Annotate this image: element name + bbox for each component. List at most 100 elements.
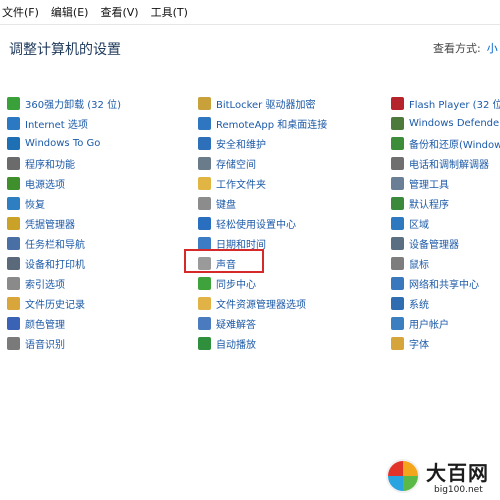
speech-recognition-icon	[7, 336, 20, 350]
control-panel-item-label: 程序和功能	[25, 159, 75, 171]
control-panel-item[interactable]: 网络和共享中心	[391, 273, 500, 293]
control-panel-header: 调整计算机的设置 查看方式: 小	[0, 25, 500, 75]
control-panel-item[interactable]: 文件资源管理器选项	[198, 293, 383, 313]
control-panel-item[interactable]: 设备和打印机	[7, 253, 187, 273]
phone-modem-icon	[391, 156, 404, 170]
internet-options-icon	[7, 116, 20, 130]
fonts-icon	[391, 336, 404, 350]
control-panel-item[interactable]: BitLocker 驱动器加密	[198, 93, 383, 113]
control-panel-item[interactable]: 安全和维护	[198, 133, 383, 153]
control-panel-item-label: 文件资源管理器选项	[216, 299, 306, 311]
control-panel-item[interactable]: 用户帐户	[391, 313, 500, 333]
control-panel-item-label: 电话和调制解调器	[409, 159, 489, 171]
control-panel-item[interactable]: 设备管理器	[391, 233, 500, 253]
color-management-icon	[7, 316, 20, 330]
page-title: 调整计算机的设置	[9, 42, 121, 58]
user-accounts-icon	[391, 316, 404, 330]
device-manager-icon	[391, 236, 404, 250]
control-panel-item-label: 备份和还原(Windows	[409, 139, 500, 151]
menu-edit[interactable]: 编辑(E)	[45, 4, 95, 20]
view-by-dropdown[interactable]: 小	[487, 42, 498, 55]
storage-spaces-icon	[198, 156, 211, 170]
uninstall-icon	[7, 96, 20, 110]
control-panel-item[interactable]: RemoteApp 和桌面连接	[198, 113, 383, 133]
control-panel-item-label: 360强力卸载 (32 位)	[25, 99, 121, 111]
control-panel-item[interactable]: 默认程序	[391, 193, 500, 213]
control-panel-item-label: 鼠标	[409, 259, 429, 271]
control-panel-item[interactable]: 自动播放	[198, 333, 383, 353]
control-panel-item[interactable]: 疑难解答	[198, 313, 383, 333]
menu-tools[interactable]: 工具(T)	[145, 4, 194, 20]
troubleshooting-icon	[198, 316, 211, 330]
watermark: 大百网 big100.net	[384, 455, 500, 500]
remoteapp-icon	[198, 116, 211, 130]
control-panel-item-label: 区域	[409, 219, 429, 231]
work-folders-icon	[198, 176, 211, 190]
control-panel-item-label: 用户帐户	[409, 319, 449, 331]
control-panel-item-label: 轻松使用设置中心	[216, 219, 296, 231]
autoplay-icon	[198, 336, 211, 350]
control-panel-item-label: 字体	[409, 339, 429, 351]
control-panel-item-label: 默认程序	[409, 199, 449, 211]
control-panel-item[interactable]: 恢复	[7, 193, 187, 213]
control-panel-item[interactable]: 字体	[391, 333, 500, 353]
control-panel-item-label: RemoteApp 和桌面连接	[216, 119, 328, 131]
windows-defender-icon	[391, 116, 404, 130]
control-panel-item-label: 网络和共享中心	[409, 279, 479, 291]
control-panel-item-label: 电源选项	[25, 179, 65, 191]
keyboard-icon	[198, 196, 211, 210]
control-panel-item-label: 管理工具	[409, 179, 449, 191]
control-panel-item-label: 存储空间	[216, 159, 256, 171]
control-panel-item-label: 同步中心	[216, 279, 256, 291]
control-panel-item-label: Flash Player (32 位)	[409, 99, 500, 111]
items-column-3: Flash Player (32 位) Windows Defender 备份和还原…	[391, 93, 500, 353]
control-panel-item[interactable]: 键盘	[198, 193, 383, 213]
control-panel-item[interactable]: 颜色管理	[7, 313, 187, 333]
control-panel-item-label: 疑难解答	[216, 319, 256, 331]
control-panel-item[interactable]: 区域	[391, 213, 500, 233]
control-panel-item[interactable]: 系统	[391, 293, 500, 313]
sound-highlight-box	[184, 249, 264, 273]
control-panel-item-label: 设备管理器	[409, 239, 459, 251]
items-column-2: BitLocker 驱动器加密 RemoteApp 和桌面连接 安全和维护存储空间工…	[198, 93, 383, 353]
admin-tools-icon	[391, 176, 404, 190]
power-options-icon	[7, 176, 20, 190]
bitlocker-icon	[198, 96, 211, 110]
control-panel-item[interactable]: 360强力卸载 (32 位)	[7, 93, 187, 113]
control-panel-item[interactable]: 文件历史记录	[7, 293, 187, 313]
backup-restore-icon	[391, 136, 404, 150]
control-panel-item[interactable]: 管理工具	[391, 173, 500, 193]
control-panel-item[interactable]: Internet 选项	[7, 113, 187, 133]
devices-printers-icon	[7, 256, 20, 270]
control-panel-item-label: 凭据管理器	[25, 219, 75, 231]
control-panel-item-label: 索引选项	[25, 279, 65, 291]
recovery-icon	[7, 196, 20, 210]
file-history-icon	[7, 296, 20, 310]
control-panel-item[interactable]: Windows Defender	[391, 113, 500, 133]
menu-view[interactable]: 查看(V)	[94, 4, 144, 20]
control-panel-item-label: 语音识别	[25, 339, 65, 351]
control-panel-item[interactable]: 备份和还原(Windows	[391, 133, 500, 153]
control-panel-item[interactable]: Flash Player (32 位)	[391, 93, 500, 113]
control-panel-item[interactable]: 同步中心	[198, 273, 383, 293]
control-panel-item-label: 安全和维护	[216, 139, 266, 151]
control-panel-item[interactable]: Windows To Go	[7, 133, 187, 153]
control-panel-item[interactable]: 存储空间	[198, 153, 383, 173]
control-panel-item[interactable]: 轻松使用设置中心	[198, 213, 383, 233]
control-panel-item[interactable]: 工作文件夹	[198, 173, 383, 193]
control-panel-item-label: 设备和打印机	[25, 259, 85, 271]
control-panel-item[interactable]: 语音识别	[7, 333, 187, 353]
menu-bar: 文件(F) 编辑(E) 查看(V) 工具(T)	[0, 0, 500, 25]
menu-file[interactable]: 文件(F)	[0, 4, 45, 20]
control-panel-item[interactable]: 索引选项	[7, 273, 187, 293]
control-panel-item-label: Windows To Go	[25, 137, 101, 149]
control-panel-item[interactable]: 凭据管理器	[7, 213, 187, 233]
control-panel-item[interactable]: 程序和功能	[7, 153, 187, 173]
control-panel-item[interactable]: 电话和调制解调器	[391, 153, 500, 173]
control-panel-item[interactable]: 任务栏和导航	[7, 233, 187, 253]
control-panel-item[interactable]: 电源选项	[7, 173, 187, 193]
watermark-subtitle: big100.net	[434, 485, 483, 495]
control-panel-item[interactable]: 鼠标	[391, 253, 500, 273]
security-maintenance-icon	[198, 136, 211, 150]
control-panel-item-label: Windows Defender	[409, 117, 500, 129]
